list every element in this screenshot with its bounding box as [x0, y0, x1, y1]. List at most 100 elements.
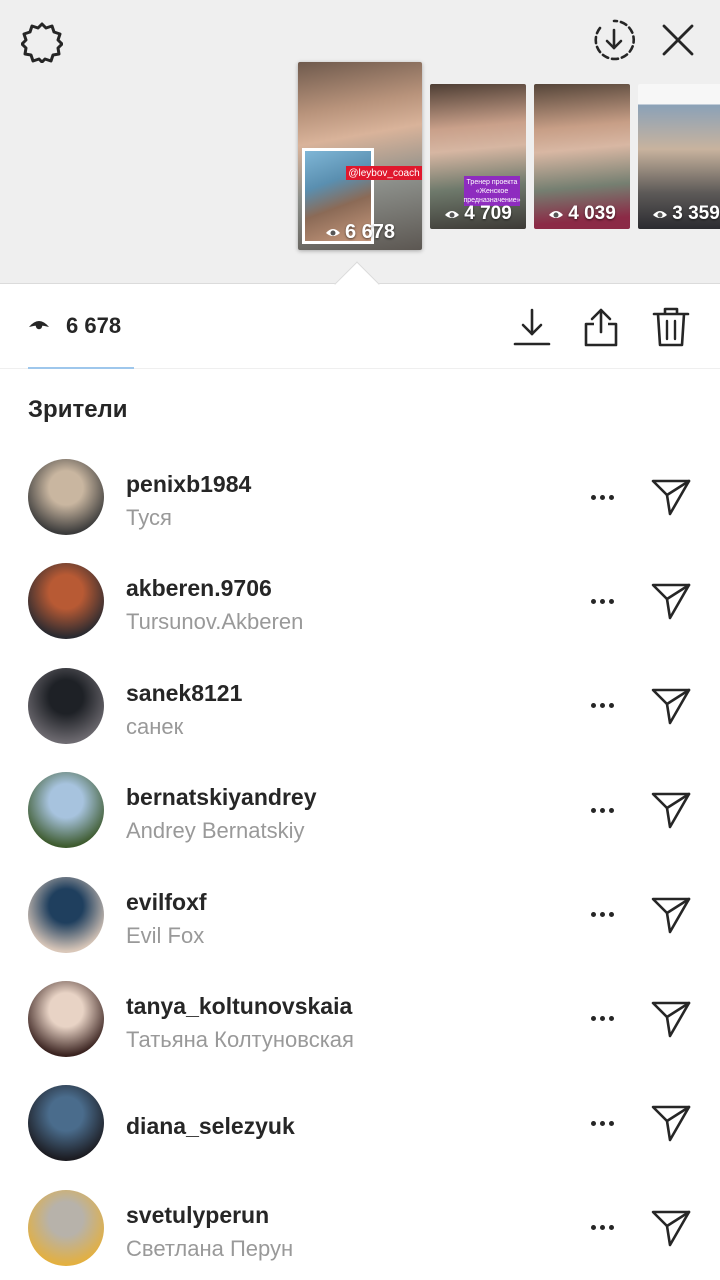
eye-icon	[549, 210, 564, 218]
send-message-button[interactable]	[648, 1101, 694, 1145]
viewer-username[interactable]: tanya_koltunovskaia	[126, 993, 352, 1020]
view-count: 6 678	[28, 313, 121, 339]
viewer-row[interactable]: svetulyperun Светлана Перун	[0, 1186, 720, 1280]
viewer-username[interactable]: akberen.9706	[126, 575, 272, 602]
more-dot	[599, 1120, 605, 1126]
viewer-row[interactable]: tanya_koltunovskaia Татьяна Колтуновская	[0, 977, 720, 1081]
more-dot	[590, 912, 596, 918]
more-dot	[590, 807, 596, 813]
story-view-count: 4 709	[430, 203, 526, 225]
paper-plane-icon	[651, 897, 691, 933]
more-options-button[interactable]	[580, 479, 624, 515]
more-dot	[590, 598, 596, 604]
more-dot	[608, 1016, 614, 1022]
story-thumbnail[interactable]: 4 039	[534, 84, 630, 229]
viewer-fullname: Туся	[126, 505, 172, 530]
more-options-button[interactable]	[580, 583, 624, 619]
trash-icon	[652, 307, 690, 347]
more-dot	[608, 1120, 614, 1126]
viewers-heading: Зрители	[28, 396, 128, 423]
gear-icon	[21, 22, 63, 63]
share-icon	[584, 308, 618, 347]
viewer-username[interactable]: bernatskiyandrey	[126, 784, 316, 811]
paper-plane-icon	[651, 792, 691, 829]
avatar[interactable]	[28, 459, 104, 535]
more-options-button[interactable]	[580, 1105, 624, 1141]
more-dot	[590, 494, 596, 500]
send-message-button[interactable]	[648, 997, 694, 1041]
delete-button[interactable]	[649, 305, 693, 349]
more-dot	[608, 912, 614, 918]
download-button[interactable]	[510, 305, 554, 349]
viewer-fullname: Tursunov.Akberen	[126, 609, 304, 635]
paper-plane-icon	[651, 1210, 691, 1247]
story-view-count: 4 039	[534, 203, 630, 225]
send-message-button[interactable]	[648, 684, 694, 728]
viewer-username[interactable]: penixb1984	[126, 471, 251, 498]
story-thumbnail-selected[interactable]: @leybov_coach 6 678	[298, 62, 422, 250]
view-count-value: 6 678	[66, 313, 122, 338]
story-view-count: 6 678	[298, 221, 422, 244]
story-view-count: 3 359	[638, 203, 720, 225]
send-message-button[interactable]	[648, 475, 694, 519]
save-story-button[interactable]	[592, 18, 636, 62]
viewer-row[interactable]: sanek8121 санек	[0, 664, 720, 768]
story-thumbnail[interactable]: Тренер проекта «Женское предназначение» …	[430, 84, 526, 229]
story-mention-tag: @leybov_coach	[346, 166, 422, 180]
more-options-button[interactable]	[580, 1210, 624, 1246]
viewer-row[interactable]: penixb1984 Туся	[0, 455, 720, 559]
paper-plane-icon	[651, 1001, 691, 1038]
viewer-row[interactable]: diana_selezyuk	[0, 1081, 720, 1185]
more-dot	[590, 1120, 596, 1126]
more-options-button[interactable]	[580, 1001, 624, 1037]
send-message-button[interactable]	[648, 788, 694, 832]
viewer-username[interactable]: svetulyperun	[126, 1202, 269, 1229]
share-button[interactable]	[579, 305, 623, 349]
more-dot	[599, 1016, 605, 1022]
send-message-button[interactable]	[648, 1206, 694, 1250]
download-icon	[513, 308, 551, 346]
avatar[interactable]	[28, 772, 104, 849]
more-dot	[590, 1016, 596, 1022]
more-dot	[590, 1225, 596, 1231]
more-dot	[608, 807, 614, 813]
viewer-username[interactable]: evilfoxf	[126, 889, 207, 916]
settings-button[interactable]	[20, 20, 64, 64]
story-stats-bar: 6 678	[0, 285, 720, 369]
avatar[interactable]	[28, 980, 104, 1057]
avatar[interactable]	[28, 1085, 104, 1162]
more-options-button[interactable]	[580, 792, 624, 828]
more-options-button[interactable]	[580, 688, 624, 724]
viewer-row[interactable]: akberen.9706 Tursunov.Akberen	[0, 559, 720, 663]
eye-icon	[29, 321, 49, 330]
viewer-row[interactable]: evilfoxf Evil Fox	[0, 873, 720, 977]
viewer-fullname: Andrey Bernatskiy	[126, 818, 305, 844]
download-circle-icon	[594, 19, 635, 61]
more-dot	[608, 494, 614, 500]
story-thumbnail[interactable]: 3 359	[638, 84, 720, 229]
viewer-username[interactable]: sanek8121	[126, 680, 242, 707]
viewer-row[interactable]: bernatskiyandrey Andrey Bernatskiy	[0, 768, 720, 872]
viewer-fullname: санек	[126, 713, 184, 739]
more-dot	[590, 703, 596, 709]
more-dot	[599, 494, 605, 500]
send-message-button[interactable]	[648, 579, 694, 623]
viewer-fullname: Светлана Перун	[126, 1235, 294, 1261]
avatar[interactable]	[28, 563, 104, 640]
close-button[interactable]	[656, 18, 700, 62]
tab-indicator	[28, 367, 134, 369]
paper-plane-icon	[651, 688, 691, 725]
viewer-username[interactable]: diana_selezyuk	[126, 1113, 295, 1140]
avatar[interactable]	[28, 1189, 104, 1266]
avatar[interactable]	[28, 667, 104, 744]
paper-plane-icon	[651, 1106, 691, 1142]
paper-plane-icon	[651, 479, 691, 516]
more-dot	[608, 598, 614, 604]
story-caption-tag: Тренер проекта «Женское предназначение»	[463, 176, 521, 206]
send-message-button[interactable]	[648, 893, 694, 937]
more-options-button[interactable]	[580, 897, 624, 933]
more-dot	[599, 1225, 605, 1231]
story-thumbnails: @leybov_coach 6 678 Тренер проекта «Женс…	[0, 62, 720, 252]
avatar[interactable]	[28, 876, 104, 953]
viewers-list: penixb1984 Туся akberen.9706 Tursunov.Ak…	[0, 455, 720, 1280]
